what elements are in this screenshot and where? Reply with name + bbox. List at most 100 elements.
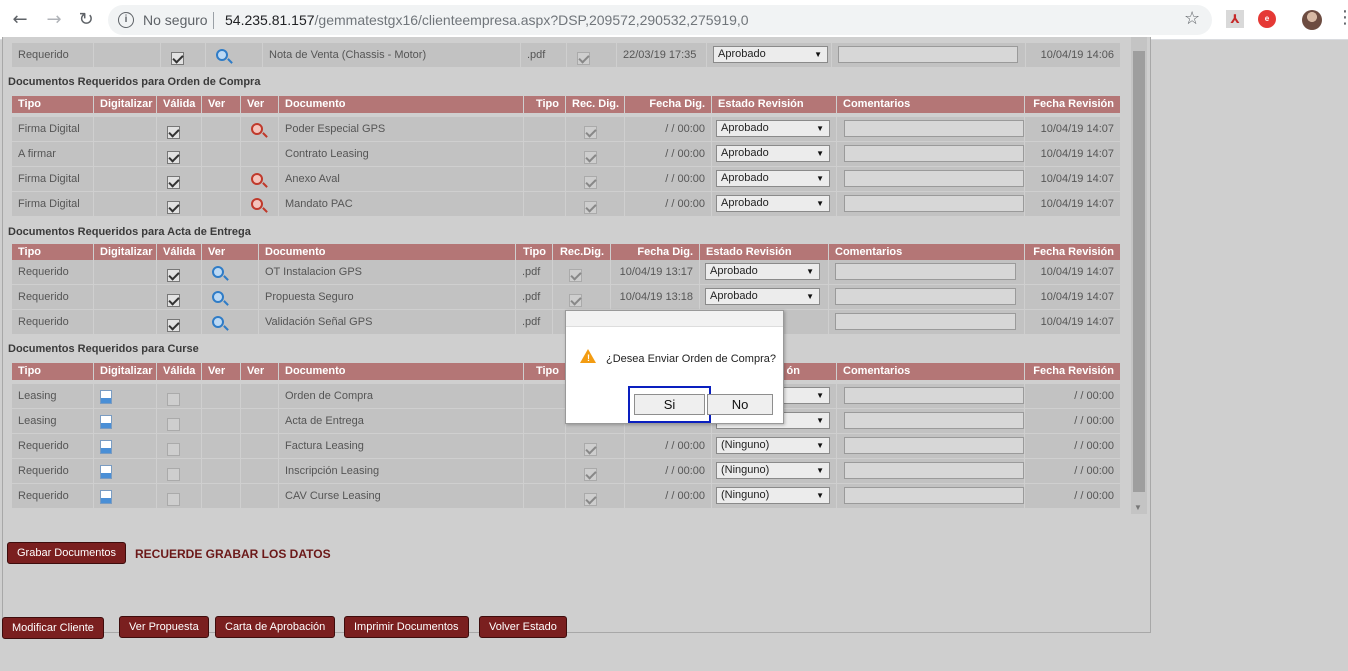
valida-checkbox[interactable] [167, 268, 180, 282]
comentarios-input[interactable] [835, 262, 1016, 280]
comentarios-input[interactable] [844, 461, 1024, 479]
magnifier-red-icon[interactable] [251, 123, 263, 135]
comentarios-input[interactable] [844, 169, 1024, 187]
scanner-icon[interactable] [100, 465, 112, 479]
comentarios-input[interactable] [844, 411, 1024, 429]
comentarios-input[interactable] [844, 119, 1024, 137]
modificar-cliente-button[interactable]: Modificar Cliente [2, 617, 104, 639]
comentarios-input[interactable] [838, 45, 1018, 63]
rec-checkbox [584, 442, 597, 456]
estado-select[interactable]: Aprobado ▼ [716, 194, 830, 212]
cell-ext [524, 459, 565, 483]
security-status[interactable]: No seguro [143, 12, 208, 28]
info-icon[interactable]: i [118, 12, 134, 28]
grabar-documentos-button[interactable]: Grabar Documentos [7, 542, 127, 564]
estado-select[interactable]: (Ninguno) ▼ [716, 486, 830, 504]
magnifier-blue-icon[interactable] [212, 291, 224, 303]
estado-select[interactable]: Aprobado ▼ [716, 119, 830, 137]
cell-rec [553, 260, 610, 284]
cell-fecha-rev: 10/04/19 14:07 [1025, 310, 1120, 334]
cell-ver [241, 484, 278, 508]
valida-checkbox[interactable] [167, 200, 180, 214]
cell-fecha: 22/03/19 17:35 [617, 43, 706, 67]
cell-digitalizar [94, 142, 156, 166]
comentarios-input[interactable] [835, 312, 1016, 330]
estado-select[interactable]: Aprobado ▼ [705, 287, 820, 305]
reload-icon[interactable]: ↻ [74, 8, 98, 32]
avatar[interactable] [1302, 10, 1322, 30]
valida-checkbox[interactable] [171, 51, 184, 65]
cell-ext [524, 434, 565, 458]
ver-propuesta-button[interactable]: Ver Propuesta [119, 616, 209, 638]
cell-digitalizar [94, 434, 156, 458]
scanner-icon[interactable] [100, 415, 112, 429]
cell-valida [157, 434, 201, 458]
scanner-icon[interactable] [100, 490, 112, 504]
estado-select[interactable]: Aprobado ▼ [716, 144, 830, 162]
dialog-titlebar[interactable] [566, 311, 783, 327]
back-arrow-icon[interactable]: ← [8, 8, 32, 32]
magnifier-blue-icon[interactable] [216, 49, 228, 61]
carta-aprobacion-button[interactable]: Carta de Aprobación [215, 616, 336, 638]
estado-select[interactable]: Aprobado ▼ [705, 262, 820, 280]
comentarios-input[interactable] [844, 486, 1024, 504]
estado-select[interactable]: (Ninguno) ▼ [716, 461, 830, 479]
volver-estado-button[interactable]: Volver Estado [479, 616, 567, 638]
comentarios-input[interactable] [844, 386, 1024, 404]
estado-select[interactable]: (Ninguno) ▼ [716, 436, 830, 454]
scanner-icon[interactable] [100, 440, 112, 454]
confirm-dialog: ! ¿Desea Enviar Orden de Compra? Si No [565, 310, 784, 424]
cell-fecha-rev: / / 00:00 [1025, 434, 1120, 458]
valida-checkbox[interactable] [167, 175, 180, 189]
valida-checkbox[interactable] [167, 125, 180, 139]
cell-fecha-rev: 10/04/19 14:07 [1025, 117, 1120, 141]
cell-comentarios [837, 484, 1024, 508]
comentarios-input[interactable] [835, 287, 1016, 305]
kebab-menu-icon[interactable]: ⋮ [1336, 7, 1348, 28]
si-button[interactable]: Si [634, 394, 705, 415]
th-documento: Documento [259, 244, 515, 261]
valida-checkbox[interactable] [167, 318, 180, 332]
no-button[interactable]: No [707, 394, 773, 415]
red-extension-icon[interactable]: e [1258, 10, 1276, 28]
magnifier-blue-icon[interactable] [212, 266, 224, 278]
url-text[interactable]: 54.235.81.157/gemmatestgx16/clienteempre… [225, 12, 749, 28]
cell-rec [566, 167, 624, 191]
magnifier-red-icon[interactable] [251, 198, 263, 210]
th-fecha-rev: Fecha Revisión [1025, 244, 1120, 261]
estado-value: Aprobado [710, 264, 758, 277]
bookmark-star-icon[interactable]: ☆ [1184, 8, 1200, 29]
valida-checkbox[interactable] [167, 293, 180, 307]
imprimir-documentos-button[interactable]: Imprimir Documentos [344, 616, 469, 638]
cell-fecha: 10/04/19 13:17 [611, 260, 699, 284]
cell-comentarios [837, 409, 1024, 433]
th-ver: Ver [241, 363, 278, 380]
cell-ver [202, 310, 258, 334]
th-comentarios: Comentarios [837, 96, 1024, 113]
magnifier-blue-icon[interactable] [212, 316, 224, 328]
valida-checkbox[interactable] [167, 150, 180, 164]
cell-comentarios [837, 459, 1024, 483]
scanner-icon[interactable] [100, 390, 112, 404]
comentarios-input[interactable] [844, 144, 1024, 162]
table-header: Tipo Digitalizar Válida Ver Documento Ti… [12, 244, 1120, 261]
pdf-extension-icon[interactable]: ⅄ [1226, 10, 1244, 28]
scroll-down-icon[interactable]: ▼ [1134, 503, 1142, 512]
comentarios-input[interactable] [844, 436, 1024, 454]
cell-digitalizar [94, 285, 156, 309]
panel-scrollbar[interactable]: ▼ [1131, 37, 1147, 514]
forward-arrow-icon[interactable]: → [42, 8, 66, 32]
table-row: Requerido OT Instalacion GPS .pdf 10/04/19 … [12, 260, 1120, 284]
cell-tipo: Requerido [12, 310, 93, 334]
estado-select[interactable]: Aprobado ▼ [716, 169, 830, 187]
estado-value: (Ninguno) [721, 438, 770, 451]
cell-estado: Aprobado ▼ [707, 43, 831, 67]
url-host: 54.235.81.157 [225, 12, 315, 28]
cell-documento: Mandato PAC [279, 192, 523, 216]
address-bar[interactable]: i No seguro 54.235.81.157/gemmatestgx16/… [108, 5, 1212, 35]
scrollbar-thumb[interactable] [1133, 51, 1145, 492]
comentarios-input[interactable] [844, 194, 1024, 212]
magnifier-red-icon[interactable] [251, 173, 263, 185]
estado-select[interactable]: Aprobado ▼ [713, 45, 828, 63]
cell-fecha-rev: 10/04/19 14:07 [1025, 285, 1120, 309]
